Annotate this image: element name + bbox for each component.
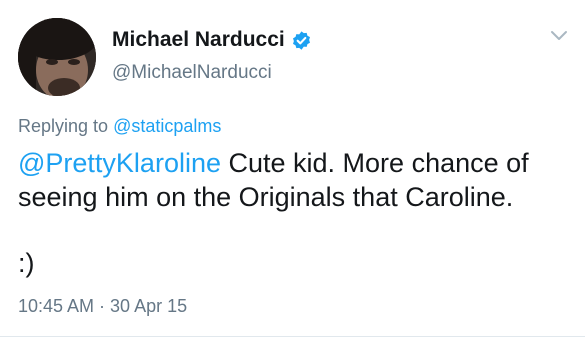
tweet-mention[interactable]: @PrettyKlaroline — [18, 148, 221, 178]
author-name-row: Michael Narducci — [112, 28, 312, 52]
divider — [0, 336, 585, 337]
avatar-photo — [18, 18, 96, 96]
author-handle[interactable]: @MichaelNarducci — [112, 62, 272, 84]
replying-to-label: Replying to — [18, 116, 109, 136]
tweet-text: @PrettyKlaroline Cute kid. More chance o… — [18, 146, 578, 214]
chevron-down-icon[interactable] — [550, 30, 568, 42]
tweet-timestamp[interactable]: 10:45 AM · 30 Apr 15 — [18, 296, 187, 317]
author-avatar[interactable] — [18, 18, 96, 96]
verified-badge-icon — [292, 30, 310, 50]
tweet-emoticon: :) — [18, 248, 35, 278]
tweet-card: Michael Narducci @MichaelNarducci Replyi… — [0, 0, 585, 339]
replying-to-mention[interactable]: @staticpalms — [113, 116, 221, 136]
author-display-name[interactable]: Michael Narducci — [112, 28, 285, 52]
replying-to-line: Replying to @staticpalms — [18, 116, 221, 137]
